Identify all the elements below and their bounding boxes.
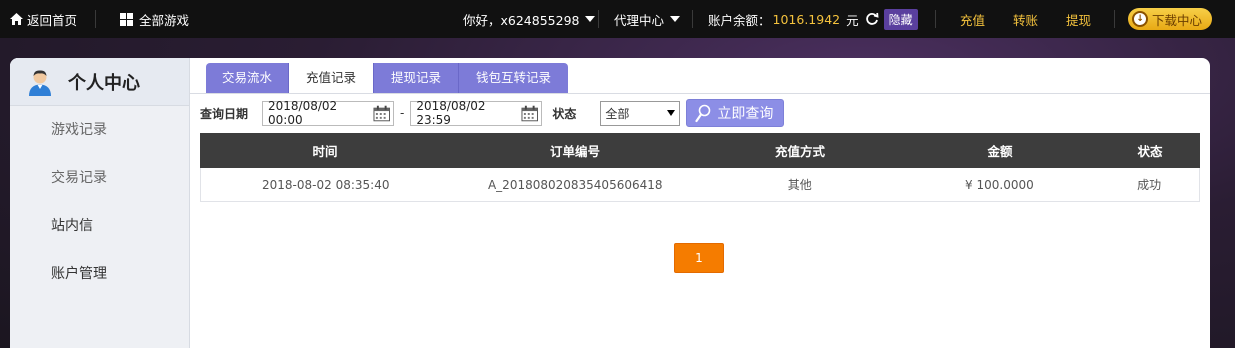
main-panel: 个人中心 游戏记录 交易记录 站内信 账户管理 交易流水 充值记录 提现记录 钱… bbox=[10, 58, 1210, 348]
download-icon: ↓ bbox=[1132, 11, 1148, 27]
column-header-status: 状态 bbox=[1137, 144, 1163, 159]
start-date-input[interactable]: 2018/08/02 00:00 bbox=[262, 99, 395, 127]
grid-icon bbox=[120, 12, 133, 26]
column-header-order-no: 订单编号 bbox=[549, 144, 600, 159]
sidebar-item-transaction-records[interactable]: 交易记录 bbox=[10, 154, 189, 202]
home-label: 返回首页 bbox=[27, 12, 78, 28]
top-bar: 返回首页 全部游戏 你好，x624855298 代理中心 账户余额： 1016.… bbox=[0, 0, 1235, 38]
end-date-input[interactable]: 2018/08/02 23:59 bbox=[410, 99, 543, 127]
sidebar-title: 个人中心 bbox=[68, 72, 140, 94]
tab-underline bbox=[190, 93, 1210, 94]
balance-value: 1016.1942 bbox=[772, 11, 841, 27]
search-icon bbox=[695, 104, 711, 122]
transfer-link[interactable]: 转账 bbox=[1013, 0, 1038, 38]
pagination-page-1[interactable]: 1 bbox=[674, 243, 724, 273]
search-button[interactable]: 立即查询 bbox=[686, 99, 785, 127]
search-label: 立即查询 bbox=[717, 106, 774, 122]
tab-bar: 交易流水 充值记录 提现记录 钱包互转记录 bbox=[206, 63, 569, 93]
status-select-value: 全部 bbox=[605, 106, 630, 121]
sidebar: 个人中心 游戏记录 交易记录 站内信 账户管理 bbox=[10, 58, 190, 348]
tab-transaction-flow[interactable]: 交易流水 bbox=[206, 63, 290, 93]
status-select[interactable]: 全部 bbox=[600, 100, 681, 126]
chevron-down-icon bbox=[585, 16, 596, 22]
sidebar-item-messages[interactable]: 站内信 bbox=[10, 202, 189, 250]
records-table: 时间 订单编号 充值方式 金额 状态 2018-08-02 08:35:40 A… bbox=[200, 133, 1200, 202]
withdraw-link[interactable]: 提现 bbox=[1066, 0, 1091, 38]
cell-method: 其他 bbox=[787, 178, 812, 192]
balance-label: 账户余额： bbox=[708, 12, 771, 28]
all-games-link[interactable]: 全部游戏 bbox=[120, 0, 189, 38]
all-games-label: 全部游戏 bbox=[139, 12, 190, 28]
date-separator: - bbox=[400, 106, 405, 120]
start-date-value: 2018/08/02 00:00 bbox=[268, 99, 338, 127]
calendar-icon[interactable] bbox=[521, 105, 538, 122]
agent-center-menu[interactable]: 代理中心 bbox=[614, 0, 681, 38]
sidebar-item-game-records[interactable]: 游戏记录 bbox=[10, 106, 189, 154]
divider bbox=[935, 10, 936, 28]
cell-status: 成功 bbox=[1137, 178, 1162, 192]
dropdown-arrow-icon bbox=[667, 110, 676, 116]
greeting-text: 你好，x624855298 bbox=[463, 12, 580, 28]
divider bbox=[692, 10, 693, 28]
cell-order-no: A_20180802083540560641​8 bbox=[487, 177, 663, 192]
end-date-value: 2018/08/02 23:59 bbox=[416, 99, 486, 127]
tab-wallet-transfer-records[interactable]: 钱包互转记录 bbox=[459, 63, 569, 93]
status-label: 状态 bbox=[552, 106, 577, 121]
cell-amount: ¥ 100.0000 bbox=[965, 177, 1034, 192]
table-row: 2018-08-02 08:35:40 A_201808020835405606… bbox=[200, 168, 1200, 202]
home-icon bbox=[10, 13, 23, 25]
balance-unit: 元 bbox=[846, 12, 859, 28]
content-area: 交易流水 充值记录 提现记录 钱包互转记录 查询日期 2018/08/02 00… bbox=[190, 58, 1210, 348]
divider bbox=[1114, 10, 1115, 28]
cell-time: 2018-08-02 08:35:40 bbox=[262, 177, 390, 192]
download-label: 下载中心 bbox=[1152, 12, 1203, 28]
filter-bar: 查询日期 2018/08/02 00:00 - 2018/08/02 23:59 bbox=[200, 99, 785, 127]
sidebar-header: 个人中心 bbox=[10, 58, 189, 106]
divider bbox=[95, 10, 96, 28]
download-center-button[interactable]: ↓ 下载中心 bbox=[1128, 8, 1213, 30]
column-header-time: 时间 bbox=[312, 144, 338, 159]
tab-withdraw-records[interactable]: 提现记录 bbox=[374, 63, 460, 93]
chevron-down-icon bbox=[670, 16, 681, 22]
tab-recharge-records[interactable]: 充值记录 bbox=[289, 63, 375, 93]
refresh-icon[interactable] bbox=[865, 12, 879, 26]
recharge-link[interactable]: 充值 bbox=[960, 0, 985, 38]
table-header: 时间 订单编号 充值方式 金额 状态 bbox=[200, 133, 1200, 168]
balance-area: 账户余额： 1016.1942 元 隐藏 bbox=[708, 0, 918, 38]
column-header-method: 充值方式 bbox=[774, 144, 825, 159]
divider bbox=[598, 10, 599, 28]
home-link[interactable]: 返回首页 bbox=[10, 0, 77, 38]
user-avatar-icon bbox=[29, 69, 51, 96]
agent-center-label: 代理中心 bbox=[614, 12, 665, 28]
hide-balance-button[interactable]: 隐藏 bbox=[883, 8, 918, 30]
column-header-amount: 金额 bbox=[987, 144, 1013, 159]
date-label: 查询日期 bbox=[200, 106, 249, 121]
user-menu[interactable]: 你好，x624855298 bbox=[463, 0, 596, 38]
calendar-icon[interactable] bbox=[373, 105, 390, 122]
sidebar-item-account-management[interactable]: 账户管理 bbox=[10, 250, 189, 298]
